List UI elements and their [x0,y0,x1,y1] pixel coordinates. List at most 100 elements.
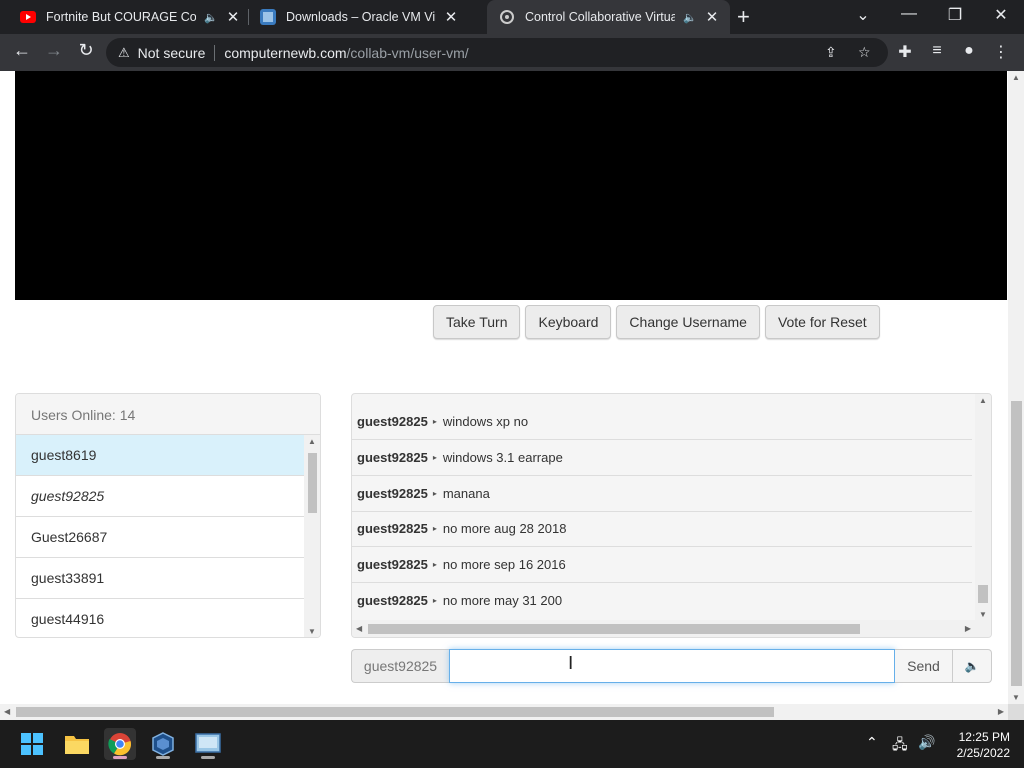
warning-icon[interactable]: ⚠ [118,45,130,61]
scroll-right-arrow-icon[interactable]: ▶ [965,624,971,633]
scroll-left-arrow-icon[interactable]: ◀ [356,624,362,633]
tab-collabvm[interactable]: Control Collaborative Virtual Machines 🔈… [487,0,730,34]
youtube-icon [20,11,36,23]
tab-close-icon[interactable]: ✕ [226,8,240,26]
back-button[interactable]: ← [10,40,34,61]
user-list-item[interactable]: guest92825 [16,476,305,517]
windows-taskbar: ⌃ 🖧 🔊 12:25 PM 2/25/2022 [0,720,1024,768]
extensions-puzzle-icon[interactable]: ✚ [894,42,916,62]
chat-text: no more may 31 200 [442,592,563,608]
restore-button[interactable]: ❐ [940,5,970,25]
vm-display[interactable] [15,71,1007,300]
vm-control-buttons: Take Turn Keyboard Change Username Vote … [433,305,880,339]
users-online-header: Users Online: 14 [16,394,320,435]
page-scrollbar-thumb[interactable] [1011,401,1022,686]
running-app-indicator [156,756,170,759]
chat-message: guest92825 ▸ windows 3.1 earrape [352,440,972,476]
file-explorer-icon[interactable] [61,728,93,760]
scroll-down-arrow-icon[interactable]: ▼ [1012,693,1020,702]
scroll-down-arrow-icon[interactable]: ▼ [979,610,987,619]
chat-horizontal-scrollbar[interactable]: ◀ ▶ [352,620,991,637]
reload-button[interactable]: ↻ [74,40,98,61]
tab-title: Downloads – Oracle VM VirtualBox [286,10,436,24]
chat-hscroll-thumb[interactable] [368,624,860,634]
media-queue-icon[interactable]: ≡ [926,42,948,60]
chat-input[interactable] [449,649,895,683]
tab-fortnite[interactable]: Fortnite But COURAGE Controls 🔈 ✕ [8,0,248,34]
send-button[interactable]: Send [895,649,953,683]
user-list-item[interactable]: guest33891 [16,558,305,599]
show-hidden-icons-chevron-icon[interactable]: ⌃ [866,734,878,751]
menu-kebab-icon[interactable]: ⋮ [990,42,1012,62]
running-app-indicator [201,756,215,759]
chat-message: guest92825 ▸ no more sep 16 2016 [352,547,972,583]
scroll-down-arrow-icon[interactable]: ▼ [308,627,316,636]
chat-scrollbar-thumb[interactable] [978,585,988,603]
address-bar[interactable]: ⚠ Not secure computernewb.com/collab-vm/… [106,38,888,67]
tab-close-icon[interactable]: ✕ [444,8,458,26]
network-icon[interactable]: 🖧 [892,734,908,758]
page-vertical-scrollbar[interactable]: ▲ ▼ [1008,71,1024,704]
collabvm-icon [500,10,514,24]
chat-vertical-scrollbar[interactable]: ▲ ▼ [975,394,991,621]
tab-title: Fortnite But COURAGE Controls [46,10,196,24]
scroll-left-arrow-icon[interactable]: ◀ [4,707,10,716]
tab-search-chevron-icon[interactable]: ⌄ [848,5,878,25]
chat-text: windows 3.1 earrape [442,450,563,465]
take-turn-button[interactable]: Take Turn [433,305,521,339]
clock-time: 12:25 PM [958,730,1010,744]
volume-icon[interactable]: 🔈 [953,649,992,683]
tab-audio-icon[interactable]: 🔈 [683,11,697,24]
message-arrow-icon: ▸ [432,524,437,533]
chat-input-row: guest92825 Send 🔈 [351,649,992,683]
users-scrollbar[interactable]: ▲ ▼ [304,435,320,637]
message-arrow-icon: ▸ [432,453,437,462]
taskbar-clock[interactable]: 12:25 PM 2/25/2022 [940,729,1010,761]
scroll-up-arrow-icon[interactable]: ▲ [979,396,987,405]
chat-username: guest92825 [357,450,428,465]
chat-username: guest92825 [357,592,428,608]
scrollbar-corner [1008,704,1024,720]
active-app-indicator [113,756,127,759]
user-list-item[interactable]: guest44916 [16,599,305,637]
message-arrow-icon: ▸ [432,489,437,498]
windows-start-icon[interactable] [16,728,48,760]
share-icon[interactable]: ⇪ [825,44,837,61]
address-divider [214,44,216,61]
chat-username: guest92825 [357,521,428,536]
speaker-volume-icon[interactable]: 🔊 [918,734,935,751]
minimize-button[interactable]: — [894,5,924,23]
vm-window-icon[interactable] [192,728,224,760]
tab-virtualbox-downloads[interactable]: Downloads – Oracle VM VirtualBox ✕ [248,0,486,34]
profile-avatar-icon[interactable]: ● [958,42,980,60]
page-hscroll-thumb[interactable] [16,707,774,717]
page-horizontal-scrollbar[interactable]: ◀ ▶ [0,704,1008,720]
new-tab-button[interactable]: + [737,4,750,30]
change-username-button[interactable]: Change Username [616,305,760,339]
scroll-right-arrow-icon[interactable]: ▶ [998,707,1004,716]
security-label[interactable]: Not secure [138,45,206,61]
chrome-icon[interactable] [104,728,136,760]
scroll-up-arrow-icon[interactable]: ▲ [1012,73,1020,82]
user-list-item[interactable]: guest8619 [16,435,305,476]
chat-username: guest92825 [357,557,428,572]
keyboard-button[interactable]: Keyboard [525,305,612,339]
close-window-button[interactable]: ✕ [986,5,1016,25]
message-arrow-icon: ▸ [432,560,437,569]
scroll-up-arrow-icon[interactable]: ▲ [308,437,316,446]
tab-audio-icon[interactable]: 🔈 [204,11,218,24]
chat-username: guest92825 [357,486,428,501]
text-cursor-icon: I [568,653,574,674]
virtualbox-icon [260,9,276,25]
vote-reset-button[interactable]: Vote for Reset [764,305,880,339]
tab-close-icon[interactable]: ✕ [705,8,719,26]
bookmark-star-icon[interactable]: ☆ [858,44,871,61]
users-scrollbar-thumb[interactable] [308,453,317,513]
virtualbox-icon[interactable] [147,728,179,760]
user-list-item[interactable]: Guest26687 [16,517,305,558]
chat-panel: guest92825 ▸ windows xp no guest92825 ▸ … [351,393,992,638]
chat-username-label: guest92825 [351,649,449,683]
users-online-panel: Users Online: 14 guest8619 guest92825 Gu… [15,393,321,638]
chat-message: guest92825 ▸ windows xp no [352,404,972,440]
forward-button[interactable]: → [42,40,66,61]
